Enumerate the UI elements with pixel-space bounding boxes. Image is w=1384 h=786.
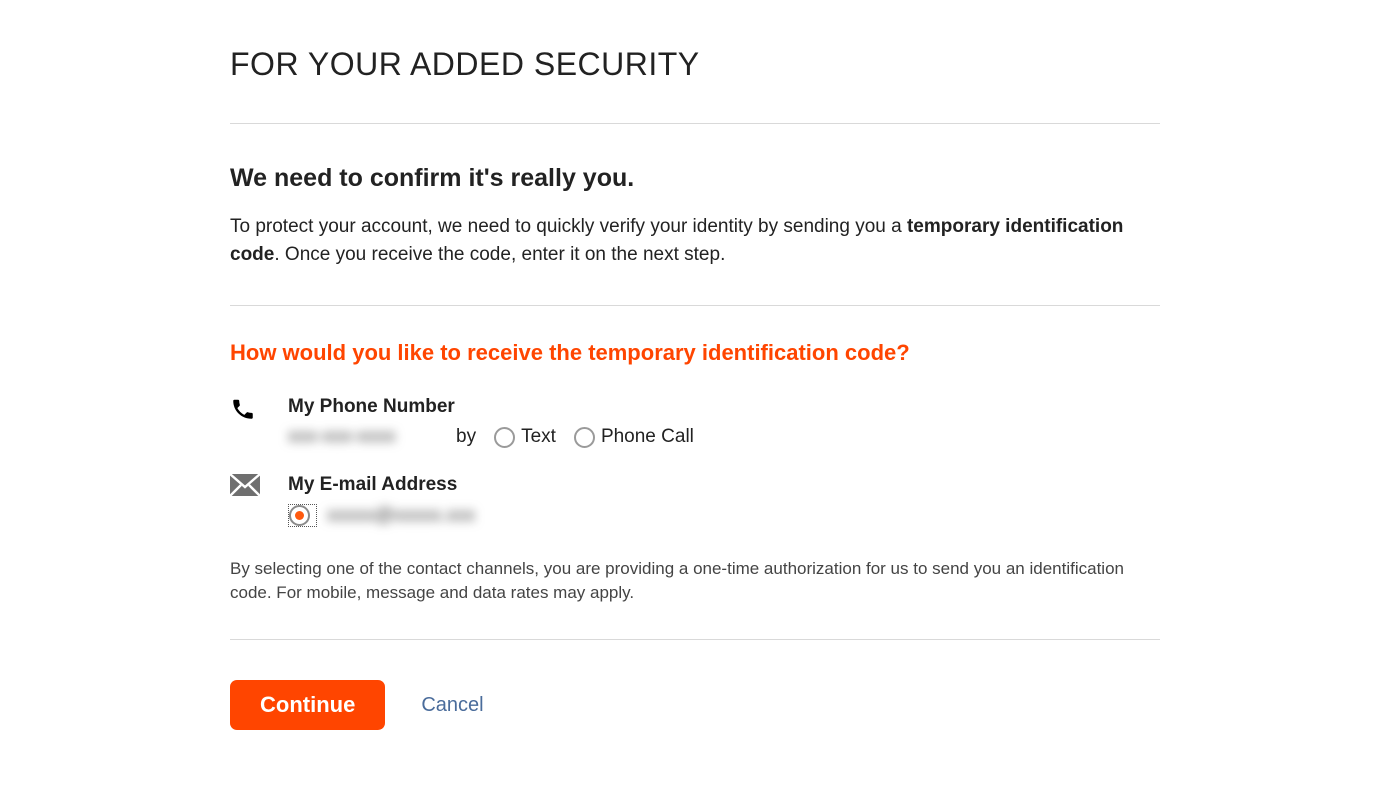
page-title: FOR YOUR ADDED SECURITY: [230, 46, 1160, 83]
phone-label: My Phone Number: [288, 396, 1160, 418]
divider-bottom: [230, 639, 1160, 640]
email-label: My E-mail Address: [288, 474, 1160, 496]
phone-channel: My Phone Number xxx-xxx-xxxx by Text Pho…: [230, 396, 1160, 448]
radio-phone-call[interactable]: Phone Call: [574, 426, 694, 448]
radio-text[interactable]: Text: [494, 426, 556, 448]
subtitle: We need to confirm it's really you.: [230, 164, 1160, 193]
radio-circle-icon: [494, 427, 515, 448]
intro-plain: To protect your account, we need to quic…: [230, 216, 907, 237]
radio-circle-selected-icon: [289, 505, 310, 526]
radio-text-label: Text: [521, 426, 556, 448]
intro-text: To protect your account, we need to quic…: [230, 213, 1160, 269]
action-bar: Continue Cancel: [230, 680, 1160, 730]
security-verification-page: FOR YOUR ADDED SECURITY We need to confi…: [230, 0, 1160, 730]
radio-circle-icon: [574, 427, 595, 448]
continue-button[interactable]: Continue: [230, 680, 385, 730]
phone-number-masked: xxx-xxx-xxxx: [288, 426, 398, 448]
cancel-link[interactable]: Cancel: [421, 694, 483, 717]
radio-call-label: Phone Call: [601, 426, 694, 448]
question-heading: How would you like to receive the tempor…: [230, 340, 1160, 366]
fineprint-text: By selecting one of the contact channels…: [230, 557, 1160, 605]
email-channel: My E-mail Address xxxxx@xxxxx.xxx: [230, 474, 1160, 527]
divider-mid: [230, 305, 1160, 306]
mail-icon: [230, 474, 288, 501]
divider-top: [230, 123, 1160, 124]
intro-tail: . Once you receive the code, enter it on…: [274, 244, 725, 265]
email-address-masked: xxxxx@xxxxx.xxx: [327, 505, 497, 527]
radio-email[interactable]: [288, 504, 317, 527]
phone-icon: [230, 396, 288, 427]
phone-by-label: by: [456, 426, 476, 448]
